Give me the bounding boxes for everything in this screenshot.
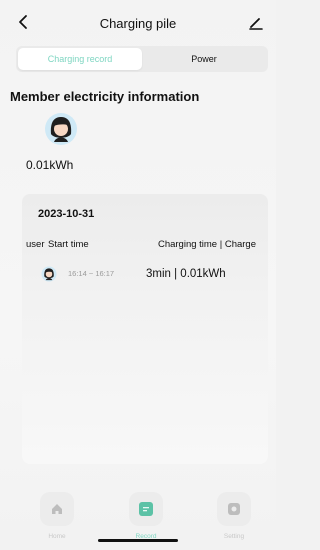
nav-home[interactable]: Home bbox=[37, 492, 77, 540]
tab-power[interactable]: Power bbox=[142, 48, 266, 70]
edit-icon[interactable] bbox=[248, 14, 264, 30]
tab-bar: Charging record Power bbox=[16, 46, 268, 72]
nav-setting[interactable]: Setting bbox=[214, 492, 254, 540]
column-header-user: user bbox=[26, 239, 45, 250]
column-header-charge: Charging time | Charge bbox=[157, 239, 256, 250]
settings-icon bbox=[228, 503, 240, 515]
nav-setting-label: Setting bbox=[223, 533, 245, 540]
home-icon bbox=[52, 504, 62, 514]
record-time-range: 16:14 ~ 16:17 bbox=[68, 269, 115, 278]
nav-record[interactable]: Record bbox=[126, 492, 166, 540]
member-avatar-icon bbox=[45, 113, 77, 145]
header: Charging pile bbox=[0, 0, 276, 44]
column-header-start-time: Start time bbox=[48, 239, 89, 250]
record-date: 2023-10-31 bbox=[38, 208, 95, 220]
nav-home-label: Home bbox=[48, 533, 66, 540]
row-user-avatar-icon bbox=[41, 266, 57, 282]
home-indicator bbox=[98, 539, 178, 542]
section-title: Member electricity information bbox=[10, 89, 200, 104]
app-screen: Charging pile Charging record Power Memb… bbox=[0, 0, 276, 550]
charging-record-card: 2023-10-31 user Start time Charging time… bbox=[22, 194, 268, 464]
home-icon-box bbox=[40, 492, 74, 526]
tab-charging-record[interactable]: Charging record bbox=[18, 48, 142, 70]
record-charge: 3min | 0.01kWh bbox=[146, 268, 226, 280]
member-electricity-value: 0.01kWh bbox=[26, 158, 74, 172]
settings-icon-box bbox=[217, 492, 251, 526]
record-icon bbox=[139, 502, 153, 516]
page-title: Charging pile bbox=[99, 16, 177, 31]
record-icon-box bbox=[129, 492, 163, 526]
